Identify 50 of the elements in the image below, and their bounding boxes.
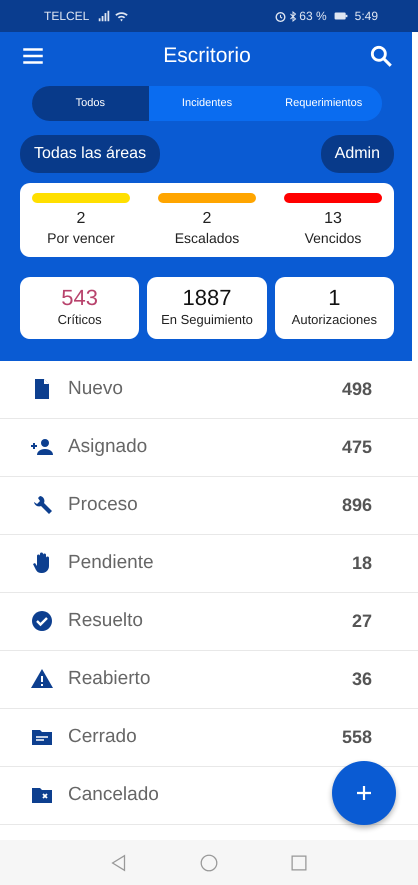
summary-card[interactable]: 543 Críticos — [20, 276, 140, 339]
screen-title: Escritorio — [163, 43, 251, 69]
status-count: 558 — [342, 726, 372, 749]
status-row[interactable]: Pendiente 18 — [0, 534, 418, 593]
clock-time: 5:49 — [354, 8, 378, 25]
summary-label: Autorizaciones — [292, 311, 377, 330]
deadline-count: 2 — [202, 208, 212, 228]
status-label: Proceso — [68, 492, 138, 517]
status-label: Resuelto — [68, 608, 143, 633]
status-label: Cerrado — [68, 724, 137, 749]
status-count: 498 — [342, 378, 372, 401]
tab[interactable]: Todos — [32, 86, 149, 120]
summary-count: 1 — [328, 286, 340, 310]
status-count: 18 — [352, 552, 372, 575]
battery-percent: 63 % — [299, 8, 327, 25]
deadline-count: 13 — [324, 208, 342, 228]
summary-count: 543 — [61, 286, 98, 310]
status-count: 475 — [342, 436, 372, 459]
status-row[interactable]: Asignado 475 — [0, 418, 418, 477]
tab[interactable]: Incidentes — [148, 86, 266, 120]
status-count: 36 — [352, 668, 372, 691]
status-count: 896 — [342, 494, 372, 517]
status-label: Reabierto — [68, 666, 150, 691]
status-label: Cancelado — [68, 782, 159, 807]
status-row[interactable]: Reabierto 36 — [0, 650, 418, 709]
signal-icon — [97, 9, 112, 23]
status-row[interactable]: Nuevo 498 — [0, 360, 418, 419]
area-filter-button[interactable]: Todas las áreas — [20, 134, 160, 172]
status-label: Asignado — [68, 434, 148, 459]
status-label: Pendiente — [68, 550, 154, 575]
status-count: 27 — [352, 610, 372, 633]
summary-card[interactable]: 1 Autorizaciones — [274, 276, 394, 339]
status-row[interactable]: Resuelto 27 — [0, 592, 418, 651]
role-filter-button[interactable]: Admin — [320, 134, 394, 172]
add-button[interactable] — [332, 761, 396, 825]
deadline-count: 2 — [76, 208, 86, 228]
summary-label: Críticos — [58, 311, 102, 330]
check-circle-icon — [30, 609, 54, 634]
status-label: Nuevo — [68, 376, 123, 401]
summary-card[interactable]: 1887 En Seguimiento — [147, 276, 267, 339]
deadline-label: Escalados — [174, 228, 240, 248]
summary-label: En Seguimiento — [161, 311, 253, 330]
deadline-label: Vencidos — [304, 228, 362, 248]
home-icon[interactable] — [198, 852, 220, 874]
carrier-name: TELCEL — [44, 8, 90, 25]
tab[interactable]: Requerimientos — [265, 86, 382, 120]
alarm-icon — [274, 10, 288, 22]
deadline-label: Por vencer — [47, 228, 115, 248]
status-row[interactable]: Proceso 896 — [0, 476, 418, 535]
summary-count: 1887 — [182, 286, 232, 310]
